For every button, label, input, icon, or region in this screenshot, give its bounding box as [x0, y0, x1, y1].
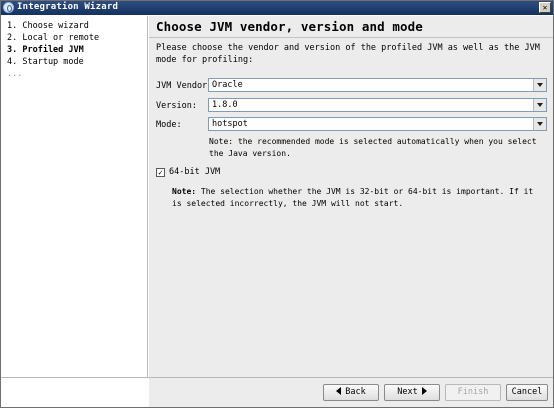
chevron-down-icon[interactable] — [533, 99, 546, 111]
next-label: Next — [397, 387, 418, 397]
cancel-button[interactable]: Cancel — [506, 384, 548, 401]
jvm-vendor-value: Oracle — [212, 80, 243, 90]
steps-panel: 1. Choose wizard 2. Local or remote 3. P… — [2, 16, 148, 377]
step-more: ... — [7, 69, 23, 79]
chevron-down-icon[interactable] — [533, 79, 546, 91]
back-button[interactable]: Back — [323, 384, 379, 401]
title-bar: Integration Wizard ✕ — [1, 1, 553, 15]
version-label: Version: — [156, 101, 197, 111]
note-label: Note: — [172, 187, 197, 196]
mode-label: Mode: — [156, 120, 182, 130]
arrow-left-icon — [336, 387, 342, 395]
bitness-note: Note: The selection whether the JVM is 3… — [172, 186, 547, 210]
step-profiled-jvm: 3. Profiled JVM — [7, 45, 84, 55]
arrow-right-icon — [421, 387, 427, 395]
finish-button[interactable]: Finish — [445, 384, 501, 401]
window-title: Integration Wizard — [17, 2, 119, 12]
mode-dropdown[interactable]: hotspot — [208, 117, 547, 131]
button-bar: Back Next Finish Cancel — [149, 378, 553, 407]
page-title: Choose JVM vendor, version and mode — [156, 19, 423, 34]
jvm-vendor-dropdown[interactable]: Oracle — [208, 78, 547, 92]
64-bit-jvm-checkbox[interactable]: ✓ — [156, 168, 165, 177]
step-startup-mode: 4. Startup mode — [7, 57, 84, 67]
next-button[interactable]: Next — [384, 384, 440, 401]
mode-value: hotspot — [212, 119, 248, 129]
title-divider — [149, 37, 553, 38]
close-button[interactable]: ✕ — [539, 2, 551, 13]
mode-note: Note: the recommended mode is selected a… — [209, 137, 537, 158]
version-value: 1.8.0 — [212, 100, 238, 110]
step-local-or-remote: 2. Local or remote — [7, 33, 100, 43]
wizard-window: Integration Wizard ✕ 1. Choose wizard 2.… — [0, 0, 554, 408]
chevron-down-icon[interactable] — [533, 118, 546, 130]
description-text: Please choose the vendor and version of … — [156, 43, 540, 65]
back-label: Back — [345, 387, 366, 397]
jvm-vendor-label: JVM Vendor: — [156, 81, 213, 91]
64-bit-jvm-label[interactable]: 64-bit JVM — [169, 167, 220, 177]
note-text: The selection whether the JVM is 32-bit … — [172, 187, 534, 208]
step-choose-wizard: 1. Choose wizard — [7, 21, 89, 31]
version-dropdown[interactable]: 1.8.0 — [208, 98, 547, 112]
app-icon — [3, 2, 14, 13]
content-panel: Choose JVM vendor, version and mode Plea… — [149, 16, 553, 377]
